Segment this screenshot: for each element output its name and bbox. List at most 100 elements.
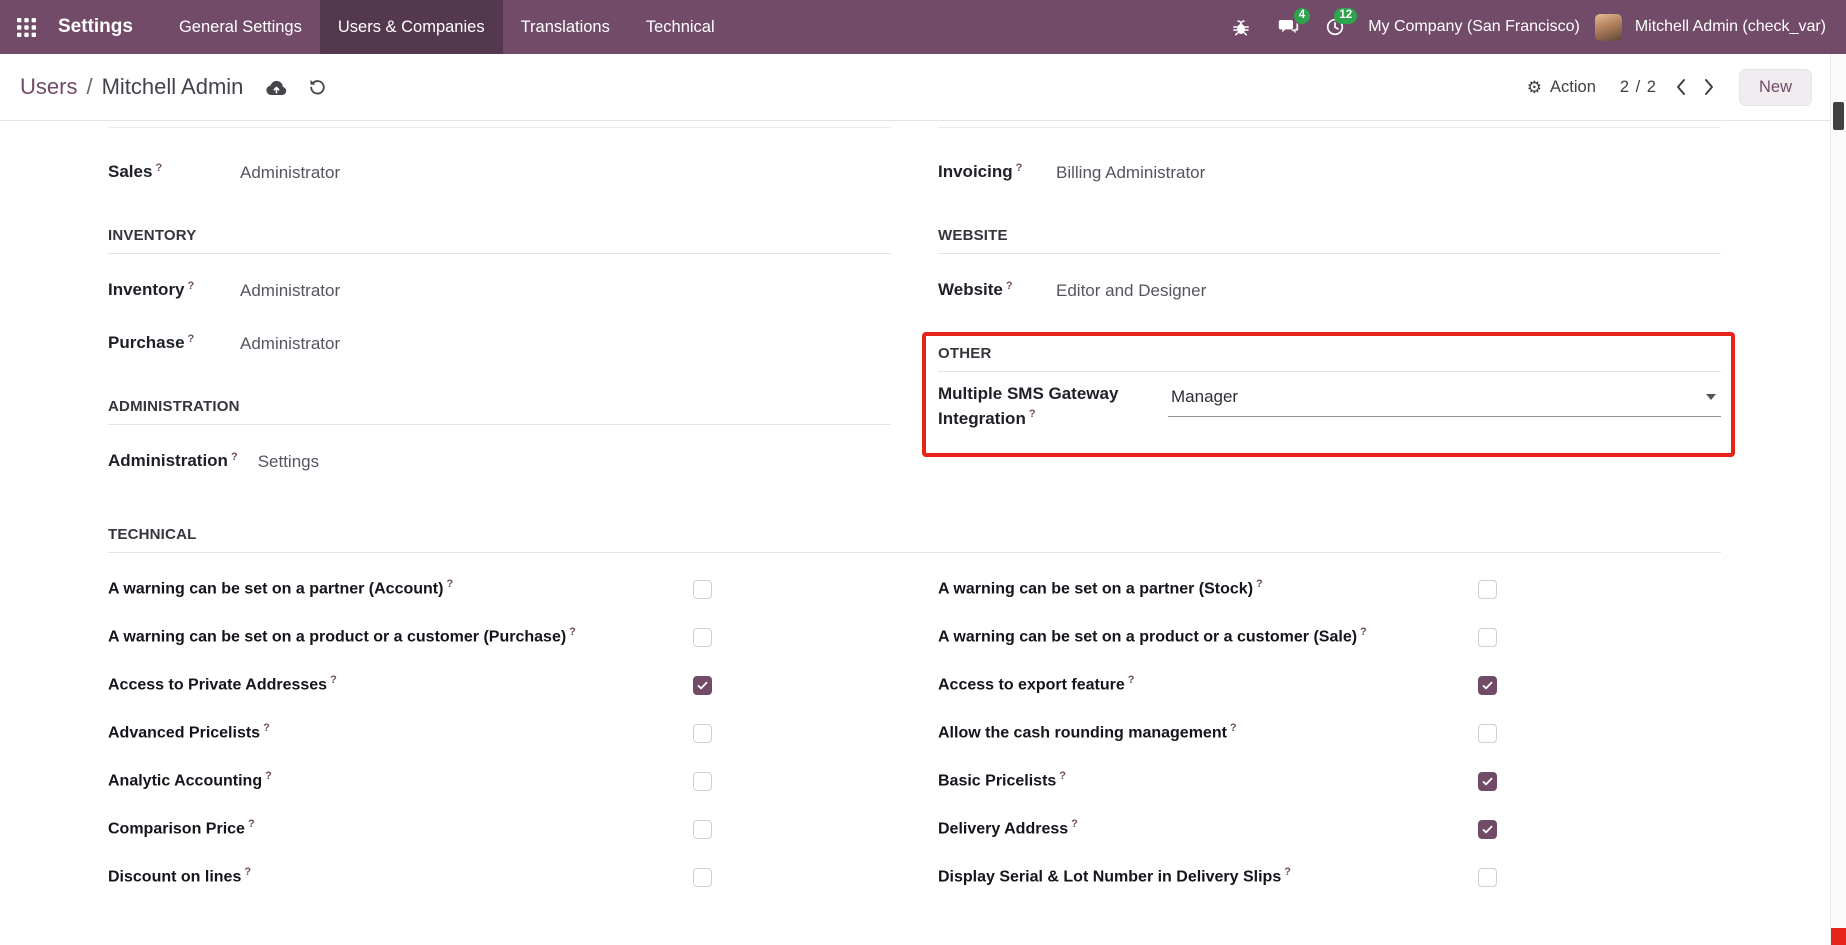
setting-label: Advanced Pricelists?	[108, 721, 693, 744]
setting-checkbox[interactable]	[1478, 628, 1497, 647]
section-divider	[938, 127, 1721, 128]
setting-label-text: Delivery Address	[938, 821, 1068, 838]
setting-checkbox[interactable]	[1478, 772, 1497, 791]
menu-translations[interactable]: Translations	[503, 0, 628, 54]
section-title: OTHER	[938, 345, 1721, 372]
technical-setting-row: Basic Pricelists?	[938, 757, 1721, 805]
setting-label-text: Discount on lines	[108, 869, 241, 886]
help-icon[interactable]: ?	[1256, 578, 1263, 590]
setting-label-text: A warning can be set on a partner (Stock…	[938, 581, 1253, 598]
setting-checkbox[interactable]	[693, 772, 712, 791]
technical-setting-row: A warning can be set on a partner (Accou…	[108, 565, 891, 613]
menu-users-companies[interactable]: Users & Companies	[320, 0, 503, 54]
apps-grid-icon[interactable]	[0, 0, 52, 54]
technical-setting-row: Advanced Pricelists?	[108, 709, 891, 757]
setting-label: A warning can be set on a product or a c…	[938, 625, 1478, 648]
breadcrumb-users-link[interactable]: Users	[20, 74, 77, 100]
save-cloud-icon[interactable]	[265, 78, 288, 97]
company-switcher[interactable]: My Company (San Francisco)	[1364, 18, 1584, 36]
vertical-scrollbar[interactable]	[1830, 54, 1846, 945]
technical-setting-row: Comparison Price?	[108, 805, 891, 853]
debug-bug-icon[interactable]	[1223, 9, 1259, 45]
help-icon[interactable]: ?	[1284, 866, 1291, 878]
setting-label: Comparison Price?	[108, 817, 693, 840]
help-icon[interactable]: ?	[446, 578, 453, 590]
field-label: Invoicing?	[938, 160, 1036, 185]
setting-checkbox[interactable]	[1478, 820, 1497, 839]
field-value[interactable]: Administrator	[240, 163, 340, 183]
setting-label-text: Access to Private Addresses	[108, 677, 327, 694]
help-icon[interactable]: ?	[1230, 722, 1237, 734]
help-icon[interactable]: ?	[1006, 280, 1013, 292]
field-value[interactable]: Billing Administrator	[1056, 163, 1205, 183]
activities-clock-icon[interactable]: 12	[1317, 9, 1353, 45]
technical-setting-row: Access to export feature?	[938, 661, 1721, 709]
discard-refresh-icon[interactable]	[308, 78, 327, 97]
field-administration: Administration? Settings	[108, 435, 891, 488]
help-icon[interactable]: ?	[1016, 162, 1023, 174]
setting-checkbox[interactable]	[1478, 580, 1497, 599]
setting-label-text: Access to export feature	[938, 677, 1125, 694]
field-value[interactable]: Editor and Designer	[1056, 281, 1206, 301]
gear-icon: ⚙	[1527, 79, 1542, 96]
setting-checkbox[interactable]	[693, 580, 712, 599]
setting-checkbox[interactable]	[693, 820, 712, 839]
help-icon[interactable]: ?	[1059, 770, 1066, 782]
help-icon[interactable]: ?	[330, 674, 337, 686]
help-icon[interactable]: ?	[248, 818, 255, 830]
help-icon[interactable]: ?	[188, 280, 195, 292]
field-label: Multiple SMS Gateway Integration?	[938, 382, 1148, 431]
setting-label: A warning can be set on a partner (Accou…	[108, 577, 693, 600]
action-menu-button[interactable]: ⚙ Action	[1527, 78, 1596, 97]
field-value[interactable]: Settings	[258, 452, 319, 472]
help-icon[interactable]: ?	[263, 722, 270, 734]
field-label: Website?	[938, 278, 1036, 303]
user-menu[interactable]: Mitchell Admin (check_var)	[1595, 14, 1830, 41]
help-icon[interactable]: ?	[1029, 408, 1036, 420]
pager-next-icon[interactable]	[1704, 78, 1715, 96]
section-title: ADMINISTRATION	[108, 398, 891, 425]
control-panel: Users / Mitchell Admin ⚙ Action	[0, 54, 1846, 121]
setting-checkbox[interactable]	[693, 724, 712, 743]
field-label: Administration?	[108, 449, 238, 474]
pager-previous-icon[interactable]	[1675, 78, 1686, 96]
setting-label-text: A warning can be set on a partner (Accou…	[108, 581, 443, 598]
new-button[interactable]: New	[1739, 69, 1812, 106]
menu-technical[interactable]: Technical	[628, 0, 733, 54]
help-icon[interactable]: ?	[1360, 626, 1367, 638]
field-inventory: Inventory? Administrator	[108, 264, 891, 317]
help-icon[interactable]: ?	[188, 333, 195, 345]
form-sheet: Sales? Administrator INVENTORY Inventory…	[0, 121, 1846, 901]
activities-badge: 12	[1334, 8, 1357, 24]
action-label: Action	[1550, 78, 1596, 97]
user-name: Mitchell Admin (check_var)	[1631, 18, 1830, 36]
setting-checkbox[interactable]	[693, 676, 712, 695]
help-icon[interactable]: ?	[265, 770, 272, 782]
setting-checkbox[interactable]	[693, 868, 712, 887]
help-icon[interactable]: ?	[1071, 818, 1078, 830]
setting-checkbox[interactable]	[1478, 676, 1497, 695]
help-icon[interactable]: ?	[569, 626, 576, 638]
help-icon[interactable]: ?	[231, 451, 238, 463]
messages-icon[interactable]: 4	[1270, 9, 1306, 45]
setting-label: Basic Pricelists?	[938, 769, 1478, 792]
scrollbar-thumb[interactable]	[1833, 102, 1844, 130]
technical-setting-row: Analytic Accounting?	[108, 757, 891, 805]
sms-gateway-dropdown[interactable]: Manager	[1168, 384, 1721, 417]
help-icon[interactable]: ?	[244, 866, 251, 878]
setting-checkbox[interactable]	[693, 628, 712, 647]
technical-setting-row: Allow the cash rounding management?	[938, 709, 1721, 757]
pager: 2 / 2	[1620, 78, 1715, 97]
field-value[interactable]: Administrator	[240, 281, 340, 301]
setting-checkbox[interactable]	[1478, 724, 1497, 743]
field-value[interactable]: Administrator	[240, 334, 340, 354]
pager-value[interactable]: 2 / 2	[1620, 78, 1657, 97]
setting-checkbox[interactable]	[1478, 868, 1497, 887]
technical-left-column: A warning can be set on a partner (Accou…	[108, 565, 891, 901]
help-icon[interactable]: ?	[155, 162, 162, 174]
setting-label-text: Advanced Pricelists	[108, 725, 260, 742]
menu-general-settings[interactable]: General Settings	[161, 0, 320, 54]
app-title[interactable]: Settings	[52, 0, 161, 54]
technical-setting-row: Display Serial & Lot Number in Delivery …	[938, 853, 1721, 901]
help-icon[interactable]: ?	[1128, 674, 1135, 686]
